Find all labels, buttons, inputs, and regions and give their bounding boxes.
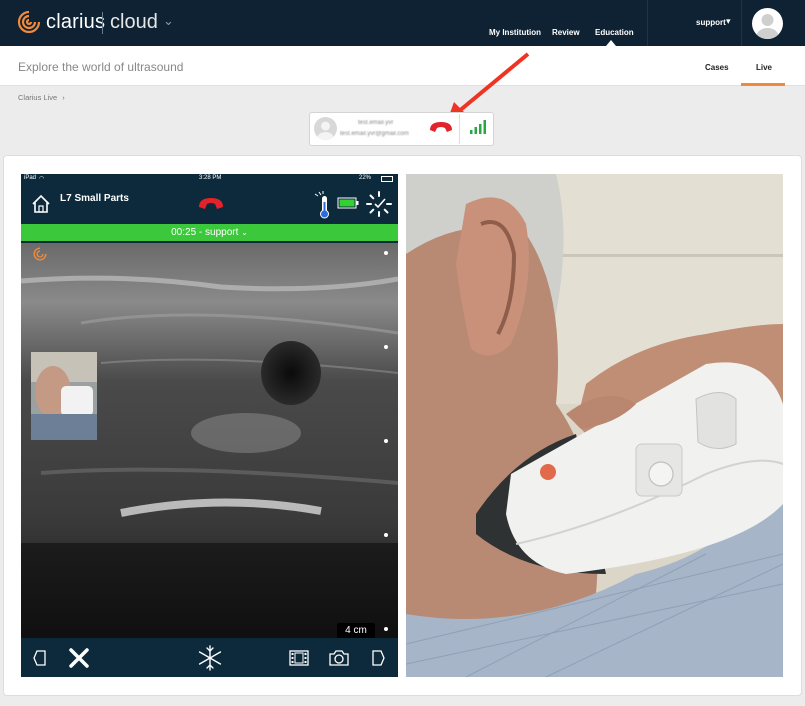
ios-battery-pct: 22% [359, 175, 372, 181]
caller-name: test.email.yvr [358, 120, 394, 126]
ultrasound-scan-graphic [21, 243, 398, 638]
freeze-snowflake-icon[interactable] [197, 644, 223, 672]
depth-marker [384, 439, 388, 443]
breadcrumb: Clarius Live › [18, 93, 65, 102]
user-silhouette-icon [317, 121, 334, 140]
ultrasound-image[interactable] [21, 243, 398, 638]
nav-education[interactable]: Education [595, 28, 634, 37]
session-separator: - [196, 227, 206, 238]
top-navbar: clarius cloud ⌄ My Institution Review Ed… [0, 0, 805, 46]
camera-pip-preview[interactable] [31, 352, 97, 440]
ios-battery-icon [381, 176, 393, 182]
arrow-left-icon[interactable] [33, 650, 47, 666]
nav-my-institution[interactable]: My Institution [489, 28, 541, 37]
ios-device-name: iPad [24, 175, 37, 181]
caller-avatar [314, 117, 337, 140]
session-timer: 00:25 [171, 227, 197, 238]
caller-email: test.email.yvr@gmail.com [340, 131, 409, 137]
sub-header: Explore the world of ultrasound Cases Li… [0, 46, 805, 86]
depth-readout: 4 cm [337, 623, 375, 639]
product-name[interactable]: cloud [110, 11, 158, 34]
film-cine-icon[interactable] [289, 650, 309, 666]
user-chevron-down-icon[interactable]: ▾ [726, 16, 731, 27]
session-timer-bar[interactable]: 00:25 - support ⌄ [21, 224, 398, 241]
depth-marker [384, 533, 388, 537]
close-tools-icon[interactable] [68, 647, 90, 669]
depth-marker [384, 251, 388, 255]
camera-feed-graphic [406, 174, 783, 677]
call-widget-divider [459, 114, 460, 144]
brand-name[interactable]: clarius [46, 11, 105, 34]
live-camera-feed[interactable] [406, 174, 783, 677]
arrow-right-icon[interactable] [371, 650, 385, 666]
tab-active-underline [741, 83, 785, 86]
app-toolbar [21, 638, 398, 677]
nav-review[interactable]: Review [552, 28, 580, 37]
avatar[interactable] [752, 8, 783, 39]
ios-status-bar: iPad ◠ 3:28 PM 22% [21, 174, 398, 185]
camera-capture-icon[interactable] [328, 649, 350, 667]
battery-icon [337, 197, 359, 209]
tab-cases[interactable]: Cases [705, 63, 729, 72]
wifi-icon: ◠ [39, 176, 45, 182]
depth-marker [384, 345, 388, 349]
user-menu[interactable]: support [696, 18, 726, 27]
hangup-phone-icon[interactable] [428, 120, 454, 134]
nav-divider [647, 0, 648, 46]
signal-strength-icon [470, 120, 486, 134]
breadcrumb-clarius-live[interactable]: Clarius Live [18, 93, 57, 102]
hangup-phone-icon[interactable] [197, 196, 225, 212]
nav-divider [741, 0, 742, 46]
home-icon[interactable] [31, 194, 51, 214]
brand-divider [102, 12, 103, 34]
wireless-status-icon[interactable] [365, 190, 393, 218]
tab-live[interactable]: Live [756, 63, 772, 72]
clarius-logo-icon [33, 247, 47, 261]
ipad-app-stream: iPad ◠ 3:28 PM 22% L7 Small Parts 00:25 … [21, 174, 398, 677]
depth-marker [384, 627, 388, 631]
app-header: L7 Small Parts [21, 185, 398, 224]
product-chevron-down-icon[interactable]: ⌄ [163, 13, 174, 29]
clarius-logo-icon[interactable] [17, 10, 41, 34]
live-call-widget: test.email.yvr test.email.yvr@gmail.com [309, 112, 494, 146]
temperature-icon [314, 191, 329, 219]
ios-time: 3:28 PM [199, 175, 222, 181]
chevron-down-icon: ⌄ [241, 228, 248, 237]
user-silhouette-icon [756, 14, 779, 39]
session-user: support [205, 227, 239, 238]
breadcrumb-separator: › [62, 93, 65, 102]
page-subtitle: Explore the world of ultrasound [18, 60, 184, 74]
probe-name: L7 Small Parts [60, 193, 129, 204]
pip-camera-graphic [31, 352, 97, 440]
